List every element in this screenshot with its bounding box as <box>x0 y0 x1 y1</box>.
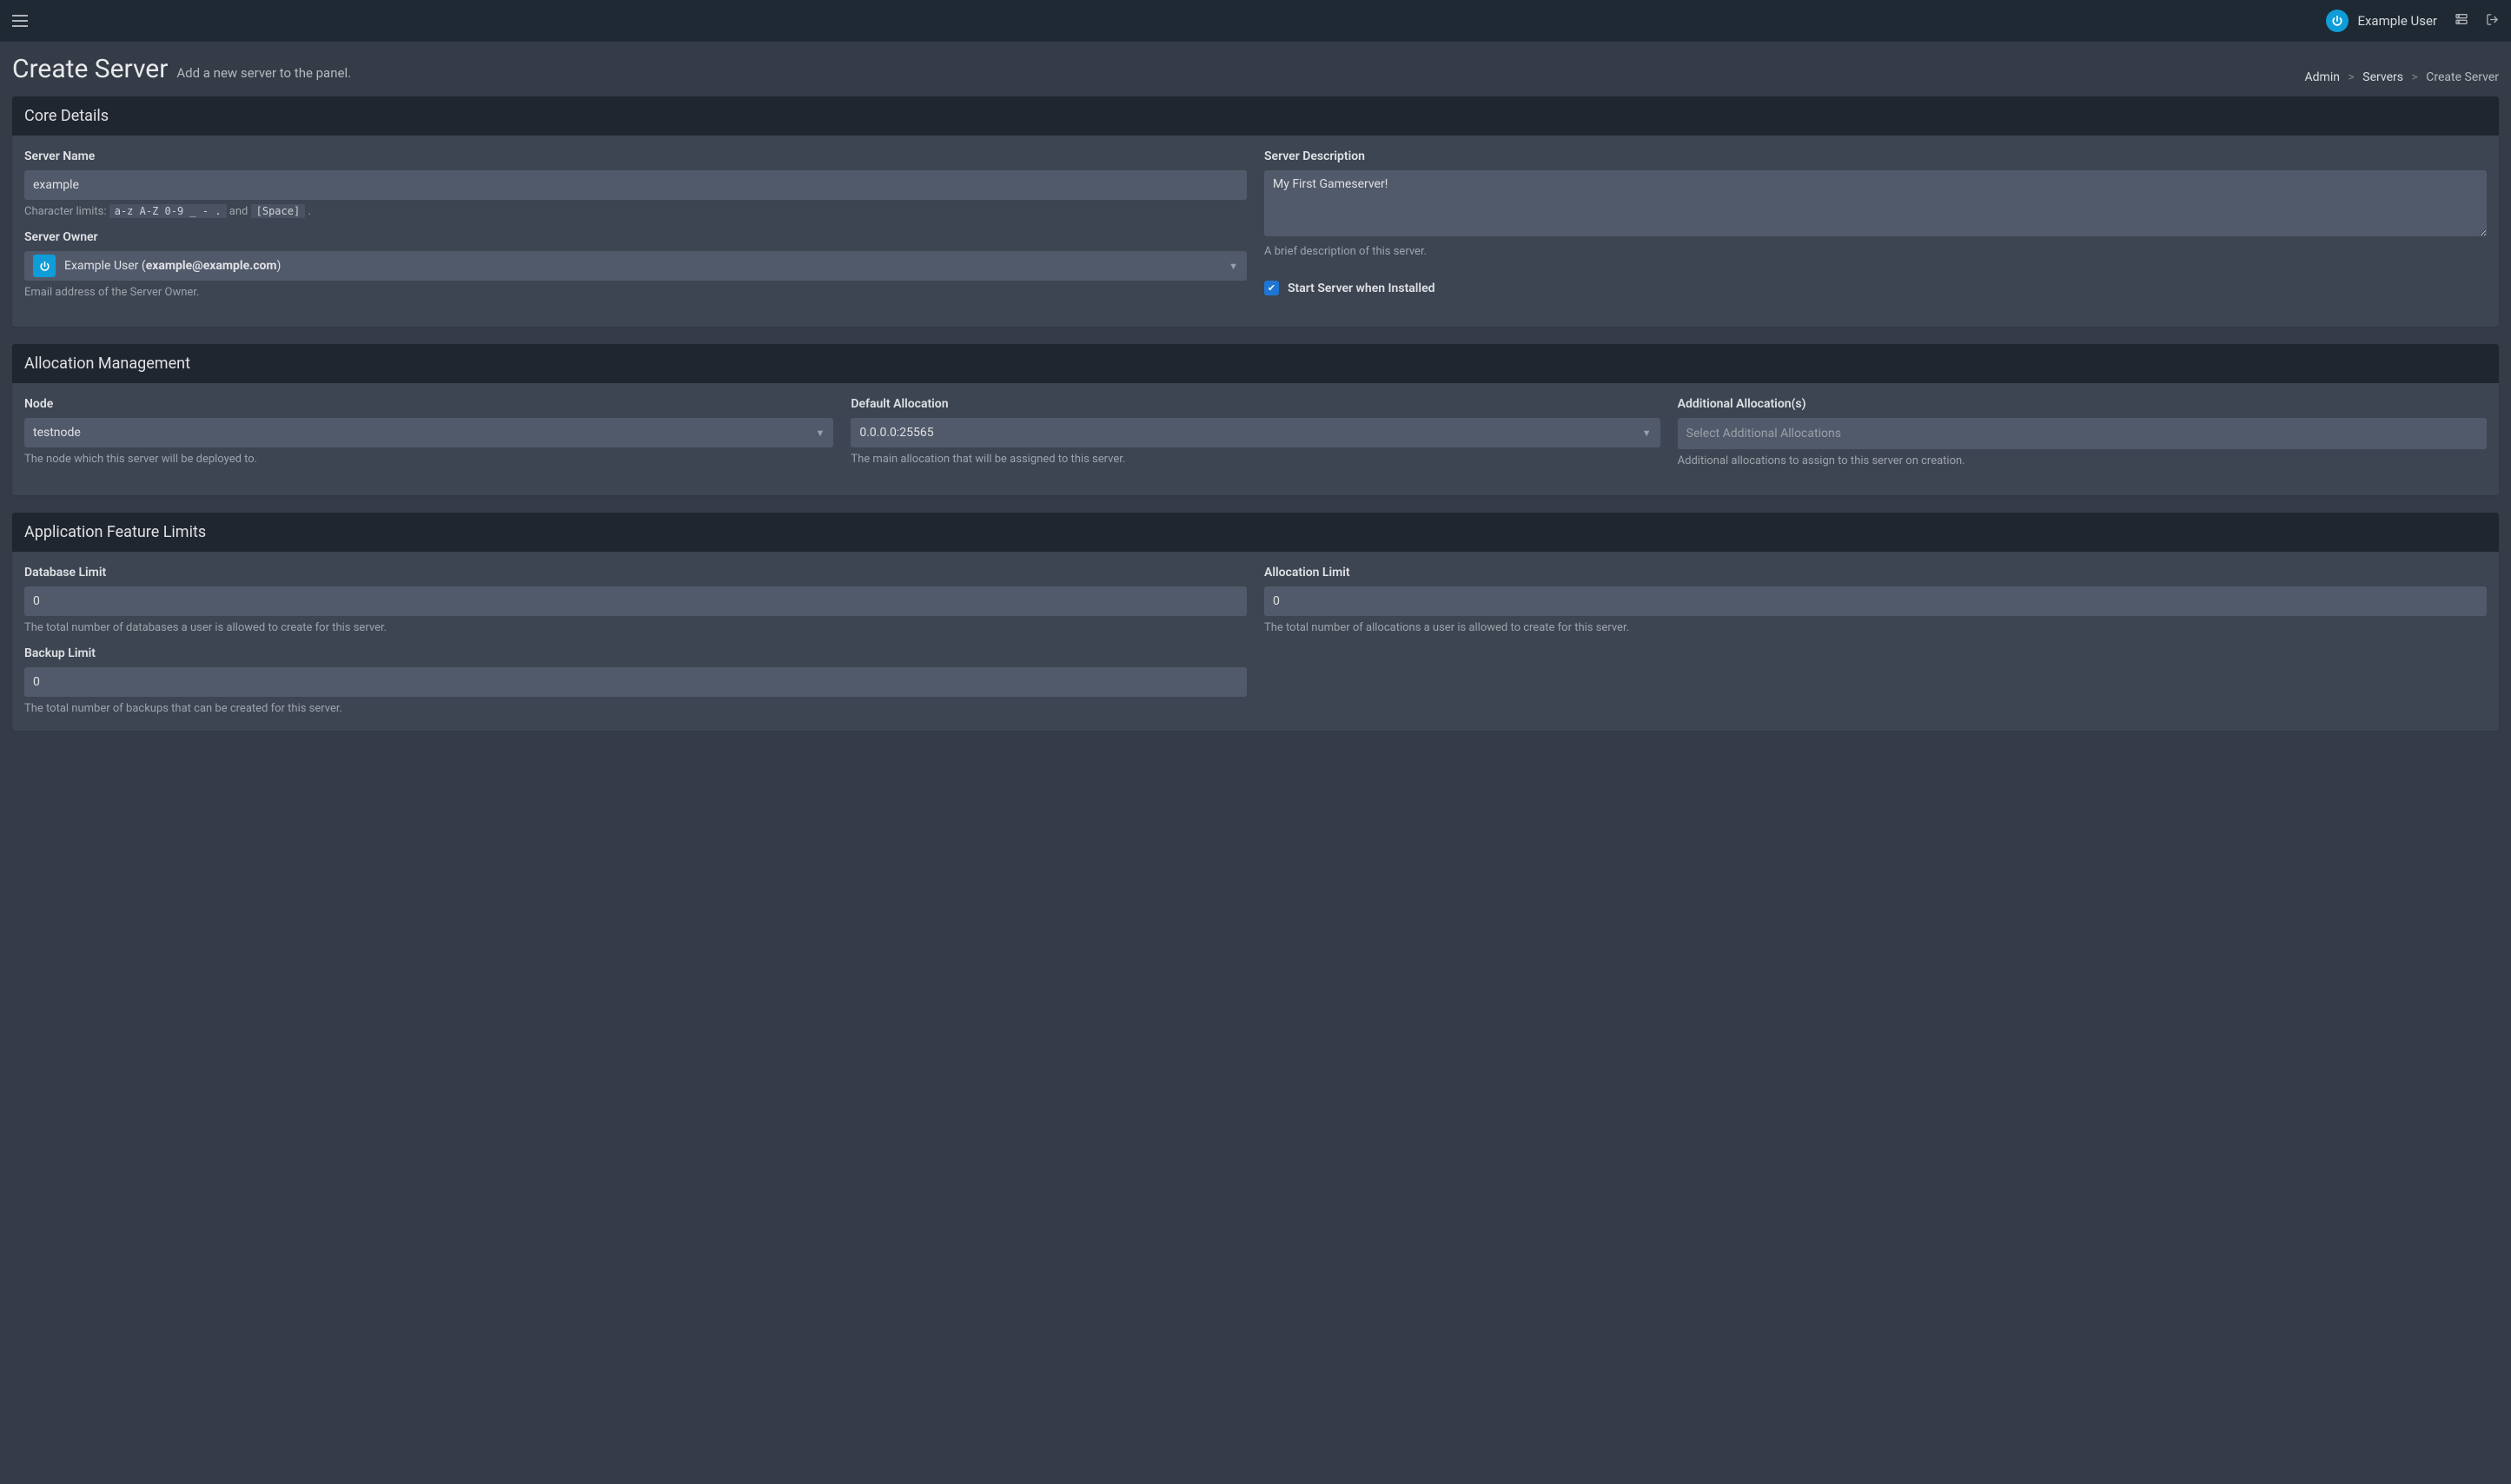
backup-limit-help: The total number of backups that can be … <box>24 702 1247 715</box>
server-name-help: Character limits: a-z A-Z 0-9 _ - . and … <box>24 205 1247 218</box>
additional-allocation-select[interactable]: Select Additional Allocations <box>1678 418 2487 449</box>
user-menu[interactable]: Example User <box>2326 10 2437 32</box>
panel-core-details: Core Details Server Name Character limit… <box>12 96 2499 327</box>
server-name-label: Server Name <box>24 149 1247 163</box>
page-header: Create Server Add a new server to the pa… <box>12 54 2499 84</box>
panel-feature-limits: Application Feature Limits Database Limi… <box>12 513 2499 731</box>
page-title: Create Server <box>12 54 168 84</box>
additional-allocation-label: Additional Allocation(s) <box>1678 397 2487 411</box>
server-owner-label: Server Owner <box>24 230 1247 244</box>
default-allocation-select[interactable]: 0.0.0.0:25565 ▼ <box>851 418 1660 447</box>
breadcrumb: Admin > Servers > Create Server <box>2305 70 2499 84</box>
server-list-icon[interactable] <box>2455 12 2468 30</box>
breadcrumb-servers[interactable]: Servers <box>2362 70 2403 84</box>
panel-title-alloc: Allocation Management <box>24 354 2487 373</box>
logout-icon[interactable] <box>2486 13 2499 30</box>
power-icon <box>33 255 56 277</box>
panel-title-core: Core Details <box>24 107 2487 125</box>
chevron-down-icon: ▼ <box>1229 261 1238 272</box>
backup-limit-input[interactable] <box>24 667 1247 697</box>
default-allocation-label: Default Allocation <box>851 397 1660 411</box>
database-limit-input[interactable] <box>24 586 1247 616</box>
database-limit-help: The total number of databases a user is … <box>24 621 1247 634</box>
page-subtitle: Add a new server to the panel. <box>176 65 351 81</box>
breadcrumb-admin[interactable]: Admin <box>2305 70 2340 84</box>
power-icon <box>2326 10 2349 32</box>
additional-allocation-help: Additional allocations to assign to this… <box>1678 454 2487 467</box>
server-owner-help: Email address of the Server Owner. <box>24 286 1247 299</box>
server-description-input[interactable]: My First <!--placeholder--> <box>1264 170 2487 236</box>
default-allocation-help: The main allocation that will be assigne… <box>851 453 1660 466</box>
node-select[interactable]: testnode ▼ <box>24 418 833 447</box>
start-when-installed-label: Start Server when Installed <box>1288 282 1434 295</box>
chevron-down-icon: ▼ <box>815 427 825 439</box>
allocation-limit-label: Allocation Limit <box>1264 566 2487 580</box>
node-label: Node <box>24 397 833 411</box>
panel-allocation-management: Allocation Management Node testnode ▼ Th… <box>12 344 2499 495</box>
breadcrumb-current: Create Server <box>2426 70 2499 84</box>
server-description-help: A brief description of this server. <box>1264 245 2487 258</box>
allocation-limit-help: The total number of allocations a user i… <box>1264 621 2487 634</box>
chevron-down-icon: ▼ <box>1642 427 1652 439</box>
server-description-label: Server Description <box>1264 149 2487 163</box>
database-limit-label: Database Limit <box>24 566 1247 580</box>
topbar: Example User <box>0 0 2511 42</box>
menu-toggle-button[interactable] <box>12 15 28 27</box>
server-owner-select[interactable]: Example User (example@example.com) ▼ <box>24 251 1247 281</box>
backup-limit-label: Backup Limit <box>24 646 1247 660</box>
node-help: The node which this server will be deplo… <box>24 453 833 466</box>
panel-title-limits: Application Feature Limits <box>24 523 2487 541</box>
server-name-input[interactable] <box>24 170 1247 200</box>
allocation-limit-input[interactable] <box>1264 586 2487 616</box>
start-when-installed-checkbox[interactable]: ✔ <box>1264 281 1279 295</box>
username-label: Example User <box>2357 13 2437 29</box>
